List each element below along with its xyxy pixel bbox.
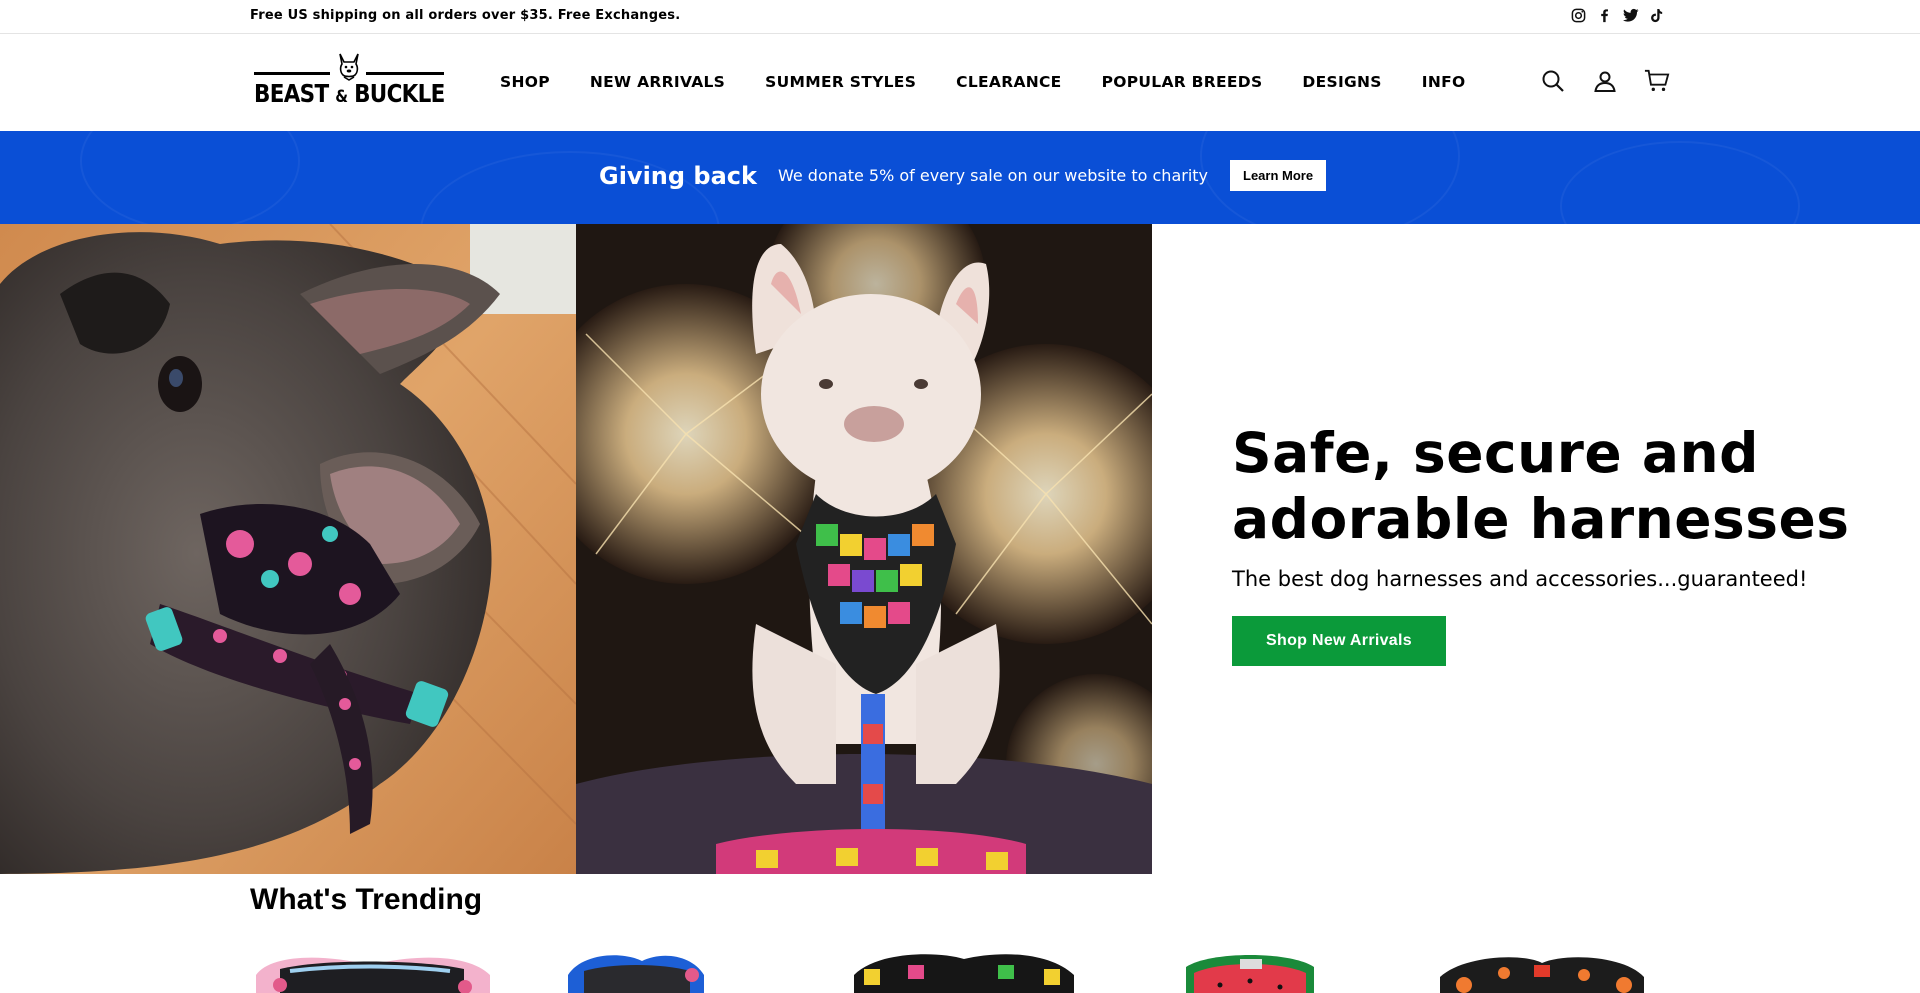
- hero-photo-brindle-dog[interactable]: [0, 224, 576, 874]
- shop-new-arrivals-button[interactable]: Shop New Arrivals: [1232, 616, 1446, 666]
- product-card[interactable]: [562, 945, 712, 993]
- tiktok-icon[interactable]: [1648, 7, 1665, 24]
- social-links: [1570, 7, 1665, 24]
- nav-shop[interactable]: SHOP: [500, 73, 550, 91]
- account-icon[interactable]: [1592, 68, 1618, 94]
- nav-info[interactable]: INFO: [1422, 73, 1466, 91]
- logo-wordmark: BEAST & BUCKLE: [254, 79, 445, 108]
- cart-icon[interactable]: [1644, 68, 1670, 94]
- nav-summer-styles[interactable]: SUMMER STYLES: [765, 73, 916, 91]
- giving-back-banner: Giving back We donate 5% of every sale o…: [0, 131, 1920, 224]
- hero-title: Safe, secure and adorable harnesses: [1232, 420, 1850, 552]
- logo-ampersand: &: [335, 87, 348, 107]
- search-icon[interactable]: [1540, 68, 1566, 94]
- logo-word-beast: BEAST: [254, 79, 329, 108]
- banner-pattern: [1560, 141, 1800, 224]
- nav-designs[interactable]: DESIGNS: [1302, 73, 1381, 91]
- hero-photo-white-dog[interactable]: [576, 224, 1152, 874]
- dog-logo-icon: [339, 53, 359, 81]
- nav-popular-breeds[interactable]: POPULAR BREEDS: [1102, 73, 1263, 91]
- announcement-text: Free US shipping on all orders over $35.…: [250, 8, 681, 23]
- main-nav: SHOP NEW ARRIVALS SUMMER STYLES CLEARANC…: [500, 73, 1505, 91]
- product-card[interactable]: [1434, 945, 1650, 993]
- learn-more-button[interactable]: Learn More: [1230, 160, 1327, 191]
- announcement-bar: Free US shipping on all orders over $35.…: [0, 0, 1920, 34]
- giving-title: Giving back: [599, 161, 757, 190]
- banner-pattern: [80, 131, 300, 224]
- nav-clearance[interactable]: CLEARANCE: [956, 73, 1061, 91]
- hero-subtitle: The best dog harnesses and accessories..…: [1232, 567, 1808, 591]
- nav-new-arrivals[interactable]: NEW ARRIVALS: [590, 73, 725, 91]
- trending-products: [0, 945, 1920, 993]
- hero-section: Safe, secure and adorable harnesses The …: [0, 224, 1920, 874]
- twitter-icon[interactable]: [1622, 7, 1639, 24]
- facebook-icon[interactable]: [1596, 7, 1613, 24]
- trending-title: What's Trending: [250, 883, 483, 916]
- giving-text: We donate 5% of every sale on our websit…: [777, 166, 1209, 185]
- product-card[interactable]: [1180, 945, 1320, 993]
- product-card[interactable]: [848, 945, 1080, 993]
- giving-content: Giving back We donate 5% of every sale o…: [599, 160, 1327, 191]
- logo-rule: [254, 72, 330, 75]
- header-icons: [1540, 68, 1670, 94]
- brand-logo[interactable]: BEAST & BUCKLE: [254, 53, 446, 118]
- site-header: BEAST & BUCKLE SHOP NEW ARRIVALS SUMMER …: [0, 34, 1920, 131]
- logo-word-buckle: BUCKLE: [354, 79, 445, 108]
- logo-rule: [366, 72, 444, 75]
- hero-title-line-2: adorable harnesses: [1232, 487, 1850, 551]
- instagram-icon[interactable]: [1570, 7, 1587, 24]
- hero-title-line-1: Safe, secure and: [1232, 421, 1760, 485]
- product-card[interactable]: [250, 945, 494, 993]
